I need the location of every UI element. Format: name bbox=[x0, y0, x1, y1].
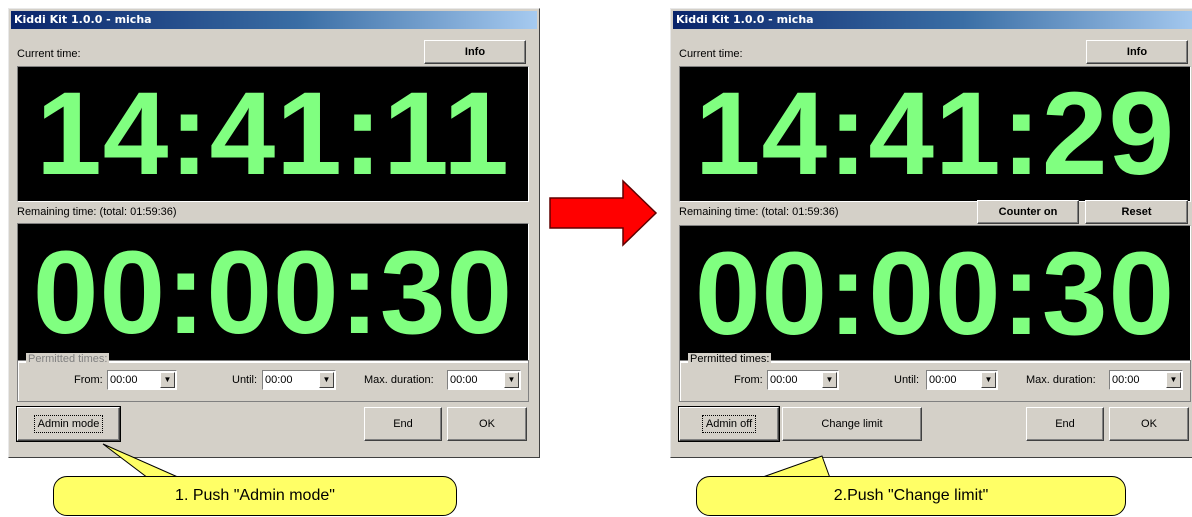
callout-step-2: 2.Push "Change limit" bbox=[696, 476, 1126, 516]
callout-pointer-1 bbox=[102, 443, 181, 479]
callout-step-1-text: 1. Push "Admin mode" bbox=[175, 487, 335, 504]
callout-pointer-2 bbox=[759, 455, 831, 479]
callout-step-2-text: 2.Push "Change limit" bbox=[833, 487, 989, 504]
callout-step-1: 1. Push "Admin mode" bbox=[53, 476, 457, 516]
annotation-layer bbox=[102, 179, 831, 479]
red-arrow-icon bbox=[549, 179, 658, 247]
